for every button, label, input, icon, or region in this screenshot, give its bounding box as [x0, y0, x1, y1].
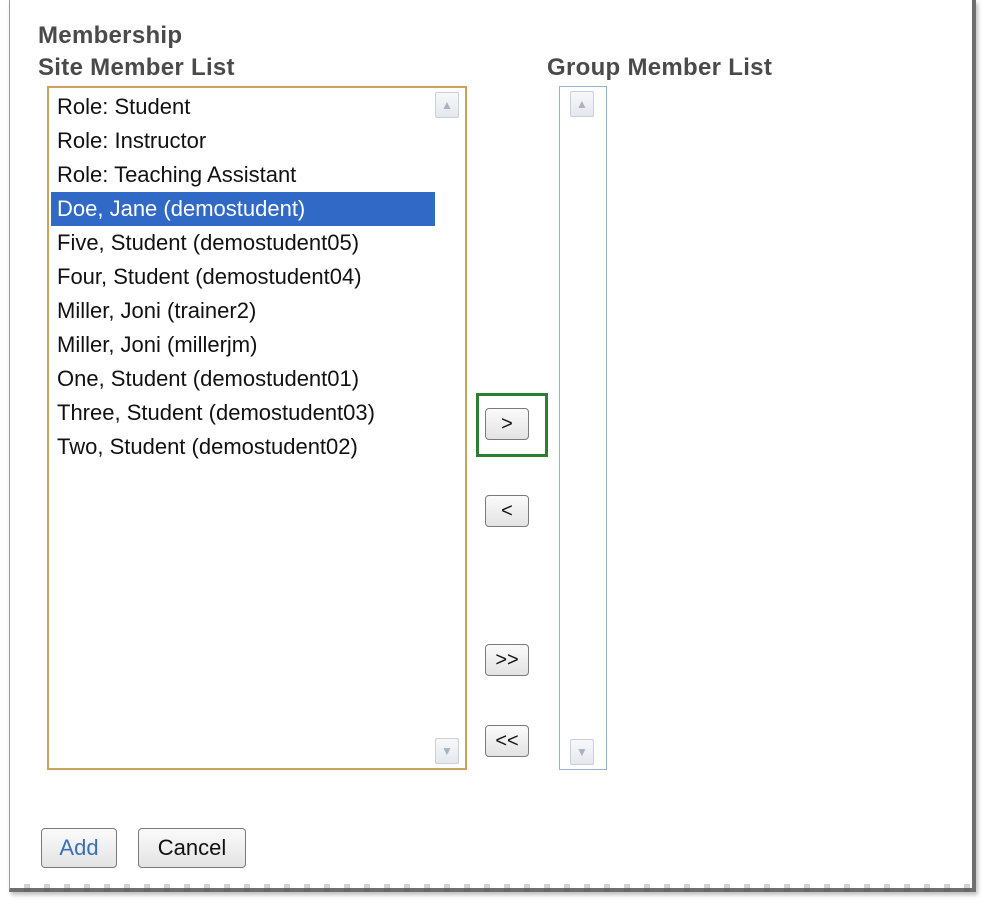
add-selected-button[interactable]: > [485, 408, 529, 440]
membership-panel: Membership Site Member List Group Member… [9, 0, 976, 892]
site-member-item[interactable]: Four, Student (demostudent04) [51, 260, 435, 294]
site-member-item[interactable]: Three, Student (demostudent03) [51, 396, 435, 430]
site-member-item[interactable]: Doe, Jane (demostudent) [51, 192, 435, 226]
site-member-item[interactable]: Role: Instructor [51, 124, 435, 158]
remove-all-button[interactable]: << [485, 725, 529, 757]
site-member-list-heading: Site Member List [38, 54, 235, 81]
add-all-button[interactable]: >> [485, 644, 529, 676]
site-member-item[interactable]: One, Student (demostudent01) [51, 362, 435, 396]
site-member-item[interactable]: Two, Student (demostudent02) [51, 430, 435, 464]
site-member-items: Role: Student Role: Instructor Role: Teach… [51, 90, 435, 464]
site-list-scrollbar[interactable]: ▲ ▼ [435, 92, 461, 764]
remove-selected-button[interactable]: < [485, 495, 529, 527]
site-member-item[interactable]: Miller, Joni (trainer2) [51, 294, 435, 328]
group-member-list[interactable]: ▲ ▼ [559, 86, 607, 770]
membership-heading: Membership [38, 22, 183, 49]
site-member-item[interactable]: Five, Student (demostudent05) [51, 226, 435, 260]
site-member-list[interactable]: Role: Student Role: Instructor Role: Teach… [47, 86, 467, 770]
scroll-up-icon[interactable]: ▲ [435, 92, 459, 118]
group-member-list-heading: Group Member List [547, 54, 773, 81]
group-list-scrollbar[interactable]: ▲ ▼ [570, 91, 596, 765]
site-member-item[interactable]: Role: Teaching Assistant [51, 158, 435, 192]
scroll-down-icon[interactable]: ▼ [570, 739, 594, 765]
site-member-item[interactable]: Miller, Joni (millerjm) [51, 328, 435, 362]
site-member-item[interactable]: Role: Student [51, 90, 435, 124]
scroll-down-icon[interactable]: ▼ [435, 738, 459, 764]
scroll-up-icon[interactable]: ▲ [570, 91, 594, 117]
cancel-button[interactable]: Cancel [138, 828, 246, 868]
add-button[interactable]: Add [41, 828, 117, 868]
